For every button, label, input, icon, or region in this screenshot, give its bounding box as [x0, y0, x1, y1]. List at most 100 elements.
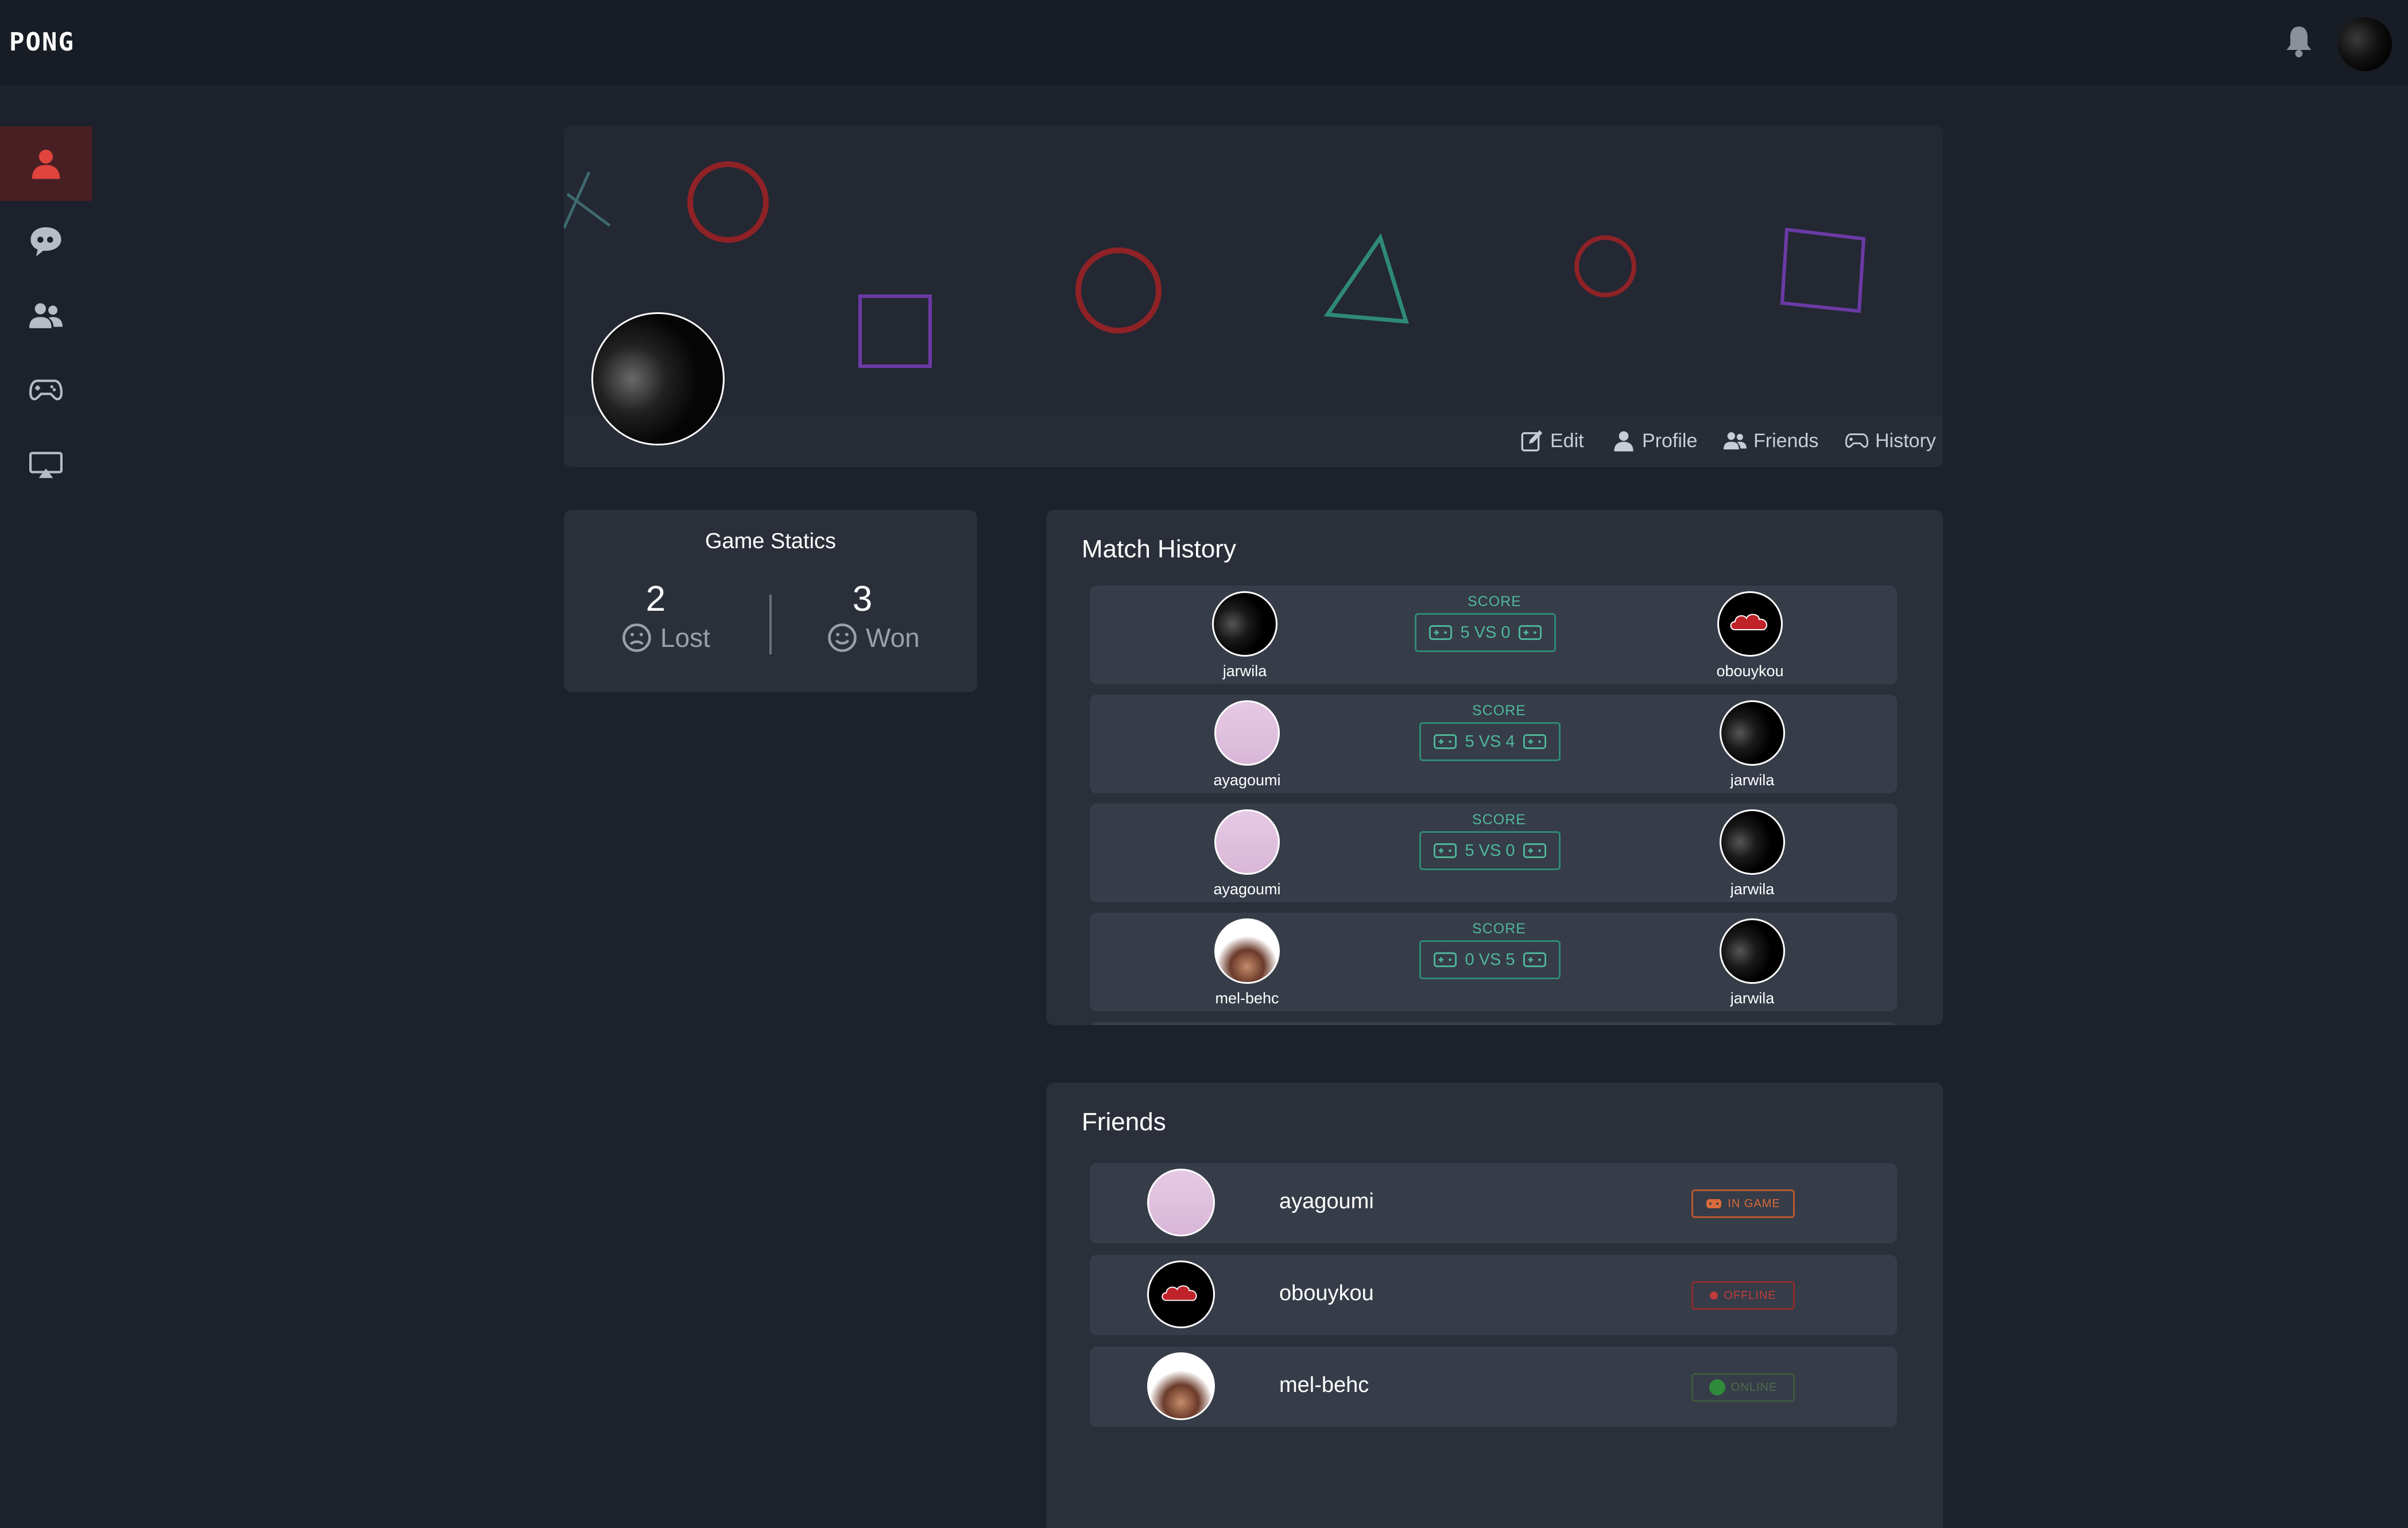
match-row[interactable]: ayagoumi SCORE 5 VS 0 jarwila — [1090, 804, 1897, 902]
gamepad-icon — [29, 379, 63, 401]
sidebar-item-chat[interactable] — [0, 204, 92, 278]
history-link[interactable]: History — [1845, 425, 1936, 457]
player-avatar — [1720, 918, 1785, 984]
gamepad-icon — [1518, 625, 1542, 640]
edit-icon — [1521, 430, 1543, 452]
friend-row[interactable]: obouykou OFFLINE — [1090, 1255, 1897, 1335]
lost-label: Lost — [660, 623, 710, 653]
edit-label: Edit — [1550, 429, 1584, 452]
friends-link[interactable]: Friends — [1724, 425, 1818, 457]
match-player-left[interactable]: jarwila — [1182, 591, 1308, 680]
score-label: SCORE — [1472, 703, 1526, 719]
banner-decoration — [564, 161, 1866, 368]
stats-divider — [769, 595, 772, 654]
user-icon — [32, 149, 60, 179]
friends-title: Friends — [1082, 1108, 1166, 1136]
sidebar-item-watch[interactable] — [0, 428, 92, 502]
score-label: SCORE — [1472, 921, 1526, 937]
friends-panel: Friends ayagoumi IN GAME obouykou OFFLIN… — [1046, 1083, 1943, 1528]
red-cloud-icon — [1162, 1285, 1197, 1301]
player-avatar — [1720, 809, 1785, 875]
player-name: mel-behc — [1215, 990, 1279, 1007]
score-value: 0 VS 5 — [1465, 950, 1515, 969]
user-avatar[interactable] — [2338, 17, 2392, 71]
player-name: ayagoumi — [1213, 881, 1281, 898]
player-name: jarwila — [1222, 662, 1267, 680]
player-avatar — [1214, 700, 1280, 766]
stats-title: Game Statics — [704, 529, 837, 553]
player-name: obouykou — [1716, 662, 1784, 680]
profile-link[interactable]: Profile — [1612, 425, 1697, 457]
friend-avatar — [1147, 1261, 1215, 1328]
gamepad-icon — [1434, 843, 1457, 858]
match-player-right[interactable]: obouykou — [1687, 591, 1813, 680]
match-player-right[interactable]: jarwila — [1689, 918, 1815, 1007]
friends-icon — [29, 303, 63, 328]
top-bar: PONG — [0, 0, 2408, 85]
player-avatar — [1717, 591, 1783, 657]
player-avatar — [1720, 700, 1785, 766]
won-stat: Won — [827, 622, 920, 653]
sad-face-icon — [622, 623, 651, 652]
chat-icon — [30, 227, 61, 257]
profile-label: Profile — [1642, 429, 1698, 452]
friend-row[interactable]: ayagoumi IN GAME — [1090, 1163, 1897, 1243]
status-badge: ONLINE — [1691, 1373, 1795, 1402]
sidebar-item-friends[interactable] — [0, 278, 92, 353]
player-avatar — [1214, 809, 1280, 875]
score-value: 5 VS 4 — [1465, 732, 1515, 751]
gamepad-icon — [1429, 625, 1453, 640]
friend-avatar — [1147, 1169, 1215, 1236]
match-row[interactable]: ayagoumi SCORE 5 VS 4 jarwila — [1090, 695, 1897, 793]
friend-name: mel-behc — [1279, 1373, 1369, 1397]
score-box: 5 VS 0 — [1415, 613, 1556, 652]
status-badge: OFFLINE — [1691, 1281, 1795, 1310]
app-logo[interactable]: PONG — [9, 28, 75, 57]
match-row[interactable]: mel-behc SCORE 0 VS 5 jarwila — [1090, 913, 1897, 1011]
edit-link[interactable]: Edit — [1520, 425, 1584, 457]
lost-count: 2 — [645, 579, 666, 619]
match-player-right[interactable]: jarwila — [1689, 809, 1815, 898]
game-statics-card: Game Statics 2 Lost 3 Won — [564, 510, 977, 692]
status-text: OFFLINE — [1724, 1289, 1776, 1302]
match-player-left[interactable]: ayagoumi — [1184, 809, 1310, 898]
player-name: jarwila — [1730, 771, 1775, 789]
red-cloud-icon — [1730, 614, 1768, 630]
bell-icon[interactable] — [2284, 24, 2314, 59]
sidebar-item-game[interactable] — [0, 353, 92, 428]
profile-banner — [564, 125, 1943, 467]
screen-icon — [29, 452, 63, 478]
won-count: 3 — [852, 579, 873, 619]
friend-name: ayagoumi — [1279, 1189, 1374, 1213]
match-row[interactable]: jarwila SCORE 5 VS 0 obouykou — [1090, 585, 1897, 684]
status-text: ONLINE — [1730, 1380, 1778, 1394]
player-name: ayagoumi — [1213, 771, 1281, 789]
gamepad-icon — [1434, 734, 1457, 749]
gamepad-icon — [1845, 433, 1868, 448]
score-box: 5 VS 4 — [1419, 722, 1561, 761]
lost-stat: Lost — [621, 622, 710, 653]
score-label: SCORE — [1468, 594, 1522, 610]
friend-name: obouykou — [1279, 1281, 1374, 1305]
match-player-right[interactable]: jarwila — [1689, 700, 1815, 789]
match-player-left[interactable]: ayagoumi — [1184, 700, 1310, 789]
player-avatar — [1214, 918, 1280, 984]
status-badge: IN GAME — [1691, 1189, 1795, 1218]
player-name: jarwila — [1730, 881, 1775, 898]
friend-avatar — [1147, 1352, 1215, 1420]
gamepad-icon — [1523, 843, 1546, 858]
player-avatar — [1212, 591, 1277, 657]
sidebar-item-profile[interactable] — [0, 126, 92, 201]
profile-avatar[interactable] — [591, 312, 725, 445]
match-history-title: Match History — [1082, 535, 1236, 563]
match-player-left[interactable]: mel-behc — [1184, 918, 1310, 1007]
score-box: 0 VS 5 — [1419, 940, 1561, 979]
offline-dot-icon — [1710, 1292, 1718, 1300]
gamepad-icon — [1706, 1199, 1722, 1208]
friend-row[interactable]: mel-behc ONLINE — [1090, 1347, 1897, 1427]
gamepad-icon — [1523, 734, 1546, 749]
match-row-partial — [1090, 1022, 1897, 1025]
score-value: 5 VS 0 — [1460, 623, 1511, 642]
friends-label: Friends — [1753, 429, 1819, 452]
gamepad-icon — [1523, 952, 1546, 967]
